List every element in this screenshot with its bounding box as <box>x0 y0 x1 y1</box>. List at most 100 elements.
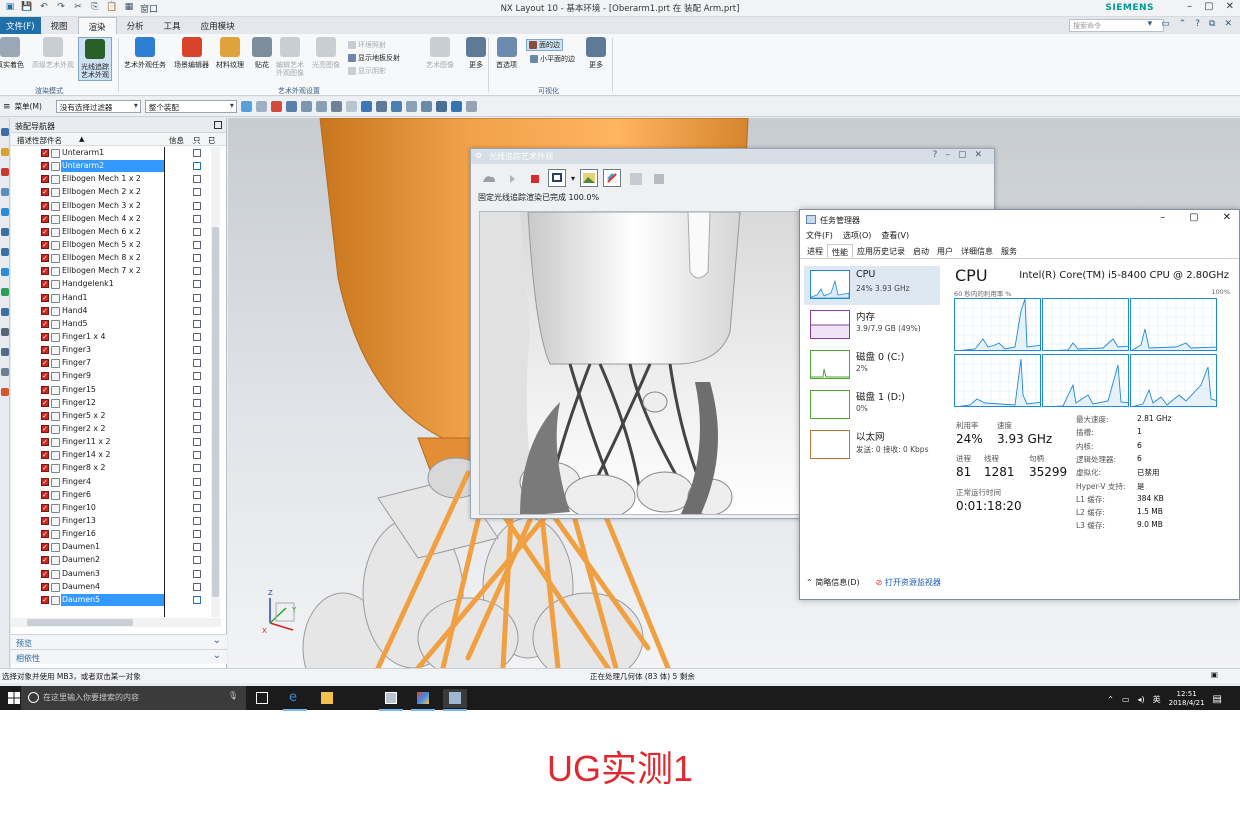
visibility-checkbox[interactable]: ✓ <box>41 280 49 289</box>
floor-reflection-toggle[interactable]: 显示地板反射 <box>348 53 400 63</box>
constraints-icon[interactable] <box>1 148 9 156</box>
readonly-checkbox[interactable] <box>193 411 201 420</box>
paste-icon[interactable]: 📋 <box>106 2 118 15</box>
readonly-checkbox[interactable] <box>193 293 201 302</box>
tree-row[interactable]: ✓ Ellbogen Mech 2 x 2 <box>11 186 227 199</box>
palette-icon[interactable] <box>1 228 9 236</box>
network-icon[interactable]: ▭ <box>1122 695 1130 704</box>
tm-maximize-button[interactable]: ▢ <box>1189 212 1198 223</box>
save-image-icon[interactable] <box>649 169 667 187</box>
tree-row[interactable]: ✓ Finger9 <box>11 370 227 383</box>
xy-icon[interactable] <box>1 348 9 356</box>
box-select-icon[interactable] <box>300 101 312 112</box>
face-edges-toggle[interactable]: 面的边 <box>526 39 563 51</box>
glossy-image-button[interactable]: 光亮图像 <box>312 37 340 69</box>
selection-filter-select[interactable]: 没有选择过滤器 <box>55 100 141 113</box>
visibility-checkbox[interactable]: ✓ <box>41 569 49 578</box>
tm-menu-file[interactable]: 文件(F) <box>806 230 833 244</box>
orient-icon[interactable] <box>390 101 402 112</box>
tree-row[interactable]: ✓ Ellbogen Mech 6 x 2 <box>11 226 227 239</box>
visibility-checkbox[interactable]: ✓ <box>41 438 49 447</box>
copy-icon[interactable]: ⎘ <box>89 2 101 15</box>
column-info[interactable]: 信息 <box>169 135 184 146</box>
tab-processes[interactable]: 进程 <box>803 244 827 258</box>
readonly-checkbox[interactable] <box>193 267 201 276</box>
art-image-button[interactable]: 艺术图像 <box>426 37 454 69</box>
readonly-checkbox[interactable] <box>193 543 201 552</box>
resource-memory[interactable]: 内存 3.9/7.9 GB (49%) <box>804 306 940 345</box>
tree-row[interactable]: ✓ Unterarm2 <box>11 160 227 173</box>
readonly-checkbox[interactable] <box>193 503 201 512</box>
readonly-checkbox[interactable] <box>193 451 201 460</box>
tm-menu-view[interactable]: 查看(V) <box>881 230 909 244</box>
restore-icon[interactable]: ⧉ <box>1209 19 1215 29</box>
tree-row[interactable]: ✓ Finger15 <box>11 384 227 397</box>
notifications-icon[interactable]: ▤ <box>1213 694 1222 705</box>
tm-minimize-button[interactable]: – <box>1160 212 1165 223</box>
preferences-button[interactable]: 首选项 <box>496 37 517 69</box>
resource-cpu[interactable]: CPU 24% 3.93 GHz <box>804 266 940 305</box>
view-icon[interactable] <box>315 101 327 112</box>
select-icon[interactable] <box>285 101 297 112</box>
column-modified[interactable]: 已 <box>208 135 216 146</box>
navigator-maximize-icon[interactable] <box>214 121 222 129</box>
shadow-toggle[interactable]: 显示阴影 <box>348 66 386 76</box>
navigator-horizontal-scrollbar[interactable] <box>11 618 221 627</box>
resource-disk1[interactable]: 磁盘 1 (D:) 0% <box>804 386 940 425</box>
tree-row[interactable]: ✓ Daumen3 <box>11 568 227 581</box>
tab-startup[interactable]: 启动 <box>909 244 933 258</box>
stop-icon[interactable] <box>525 169 543 187</box>
readonly-checkbox[interactable] <box>193 346 201 355</box>
save-icon[interactable]: 💾 <box>21 2 33 15</box>
open-resource-monitor-link[interactable]: ⊘ 打开资源监视器 <box>876 577 941 588</box>
taskbar-search-input[interactable]: 在这里输入你要搜索的内容 🎙 <box>21 686 246 710</box>
tab-users[interactable]: 用户 <box>933 244 957 258</box>
point-icon[interactable] <box>270 101 282 112</box>
column-readonly[interactable]: 只 <box>193 135 201 146</box>
navigator-icon[interactable] <box>1 128 9 136</box>
edge-app-icon[interactable]: e <box>283 689 307 711</box>
tab-analysis[interactable]: 分析 <box>117 17 154 34</box>
tab-app-history[interactable]: 应用历史记录 <box>853 244 909 258</box>
close-doc-icon[interactable]: ✕ <box>1224 19 1232 29</box>
facet-edges-toggle[interactable]: 小平面的边 <box>530 54 575 64</box>
readonly-checkbox[interactable] <box>193 359 201 368</box>
dependencies-panel[interactable]: 相依性 <box>11 649 227 664</box>
tree-row[interactable]: ✓ Finger10 <box>11 502 227 515</box>
part-icon[interactable] <box>1 168 9 176</box>
visibility-checkbox[interactable]: ✓ <box>41 464 49 473</box>
visibility-checkbox[interactable]: ✓ <box>41 582 49 591</box>
system-icon[interactable] <box>1 288 9 296</box>
snap-icon[interactable] <box>255 101 267 112</box>
tree-row[interactable]: ✓ Finger6 <box>11 489 227 502</box>
visibility-checkbox[interactable]: ✓ <box>41 149 49 157</box>
readonly-checkbox[interactable] <box>193 306 201 315</box>
readonly-checkbox[interactable] <box>193 240 201 249</box>
raytrace-title-bar[interactable]: ⚙ 光线追踪艺术外观 ?–▢✕ <box>471 149 994 164</box>
true-shading-button[interactable]: 真实着色 <box>0 37 24 69</box>
visibility-checkbox[interactable]: ✓ <box>41 306 49 315</box>
reuse-icon[interactable] <box>1 248 9 256</box>
advanced-studio-button[interactable]: 高级艺术外观 <box>32 37 74 69</box>
start-button[interactable] <box>8 692 20 704</box>
render-style-icon[interactable] <box>420 101 432 112</box>
visibility-checkbox[interactable]: ✓ <box>41 477 49 486</box>
visibility-checkbox[interactable]: ✓ <box>41 346 49 355</box>
expand-icon[interactable]: ⌃ <box>1179 19 1187 29</box>
tools-icon[interactable] <box>1 368 9 376</box>
tm-menu-options[interactable]: 选项(O) <box>843 230 872 244</box>
screenshot-icon[interactable]: ▦ <box>123 2 135 15</box>
tree-row[interactable]: ✓ Finger4 <box>11 476 227 489</box>
resource-ethernet[interactable]: 以太网 发送: 0 接收: 0 Kbps <box>804 426 940 465</box>
tab-applications[interactable]: 应用模块 <box>191 17 245 34</box>
column-name[interactable]: 描述性部件名 <box>17 135 62 146</box>
readonly-checkbox[interactable] <box>193 149 201 157</box>
tab-tools[interactable]: 工具 <box>154 17 191 34</box>
visibility-checkbox[interactable]: ✓ <box>41 595 49 604</box>
tree-row[interactable]: ✓ Finger11 x 2 <box>11 436 227 449</box>
image-icon[interactable] <box>1 388 9 396</box>
task-view-button[interactable] <box>250 689 274 708</box>
tree-row[interactable]: ✓ Finger7 <box>11 357 227 370</box>
menu-button[interactable]: 菜单(M) <box>15 101 42 112</box>
tree-row[interactable]: ✓ Finger8 x 2 <box>11 462 227 475</box>
